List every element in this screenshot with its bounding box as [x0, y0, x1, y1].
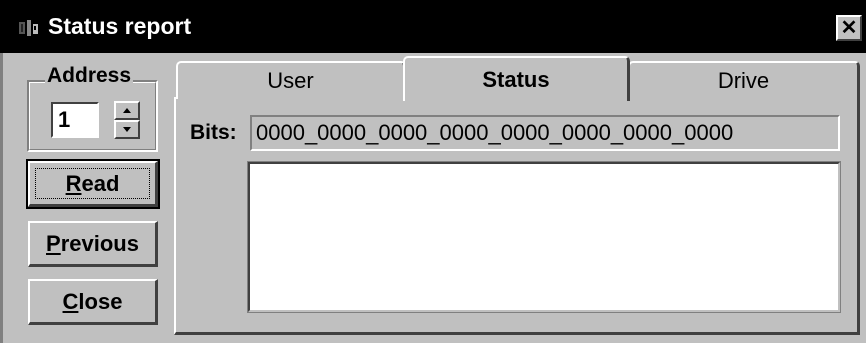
tab-status-label: Status — [482, 66, 550, 92]
read-label-rest: ead — [81, 170, 120, 196]
tab-user-label: User — [267, 68, 314, 93]
window-title: Status report — [48, 13, 192, 39]
tab-user[interactable]: User — [176, 61, 406, 99]
arrow-up-icon — [123, 108, 131, 113]
previous-button[interactable]: Previous — [28, 221, 158, 267]
title-bar[interactable]: Status report ✕ — [0, 0, 866, 53]
close-window-button[interactable]: ✕ — [836, 15, 862, 41]
spin-down-button[interactable] — [114, 120, 140, 139]
close-button-label: Close — [63, 289, 123, 315]
close-mnemonic: C — [62, 288, 79, 314]
previous-mnemonic: P — [46, 230, 61, 256]
app-icon — [19, 20, 38, 36]
status-list-box[interactable] — [247, 161, 841, 313]
read-button[interactable]: Read — [26, 159, 160, 209]
read-mnemonic: R — [65, 170, 82, 196]
bits-label: Bits: — [190, 121, 237, 144]
arrow-down-icon — [123, 127, 131, 132]
bits-readonly-field: 0000_0000_0000_0000_0000_0000_0000_0000 — [250, 115, 840, 151]
address-input[interactable]: 1 — [51, 102, 99, 138]
spin-up-button[interactable] — [114, 101, 140, 120]
tab-status[interactable]: Status — [403, 56, 630, 104]
previous-button-label: Previous — [46, 231, 139, 257]
tab-drive[interactable]: Drive — [628, 61, 860, 99]
address-spinner[interactable] — [114, 101, 140, 139]
read-button-label: Read — [66, 171, 120, 197]
close-icon: ✕ — [840, 17, 858, 39]
close-button[interactable]: Close — [28, 279, 158, 325]
status-report-window: Status report ✕ Address 1 Read Previous … — [0, 0, 866, 343]
tab-drive-label: Drive — [717, 68, 770, 93]
address-label: Address — [45, 64, 134, 88]
previous-label-rest: revious — [60, 230, 139, 256]
close-label-rest: lose — [78, 288, 123, 314]
